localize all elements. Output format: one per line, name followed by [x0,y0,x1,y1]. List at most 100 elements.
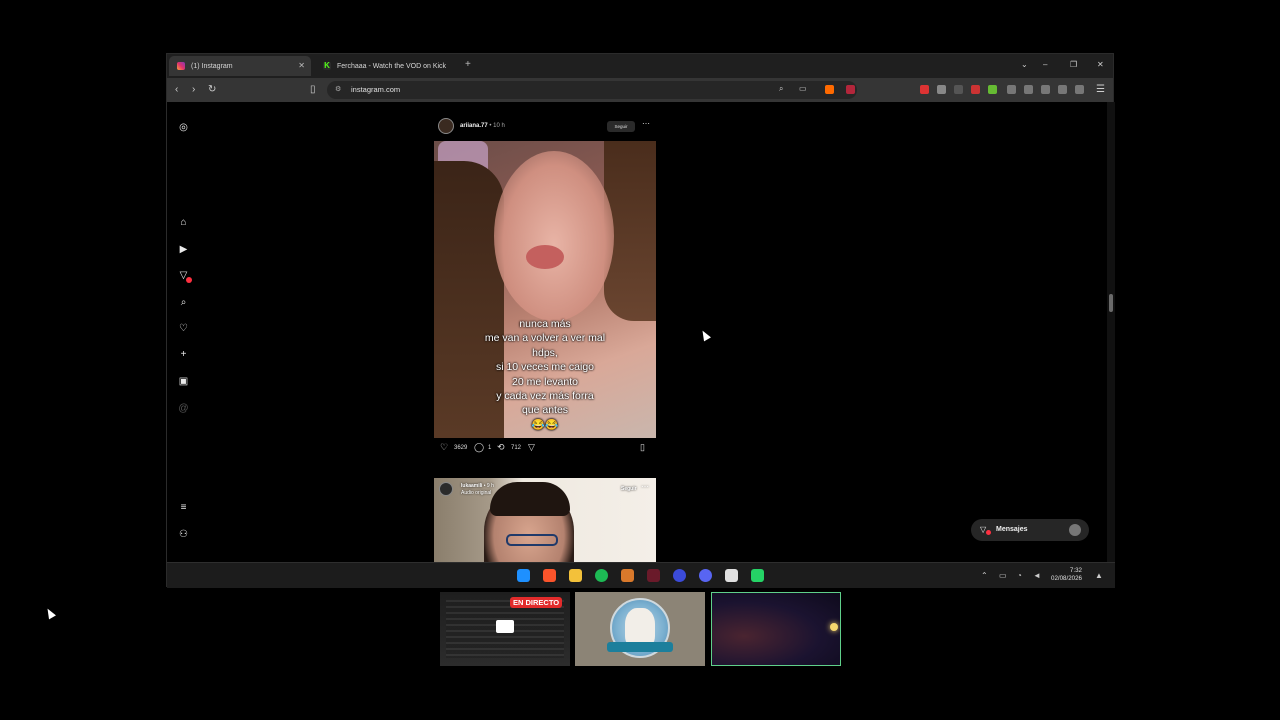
search-icon[interactable]: ⌕ [178,297,189,308]
browser-window: (1) Instagram ✕ K Ferchaaa - Watch the V… [166,53,1115,588]
audio-label[interactable]: Audio original [461,490,491,496]
clock-time: 7:32 [1069,567,1082,574]
create-icon[interactable]: + [178,349,189,360]
repost-count: 712 [511,445,522,451]
leo-icon[interactable] [1058,85,1067,94]
extension-icon[interactable] [954,85,963,94]
app-icon[interactable] [673,569,686,582]
address-bar[interactable]: ⚙ instagram.com ⌕ ▭ [327,81,857,99]
bookmark-icon[interactable]: ▯ [310,84,316,95]
follow-button[interactable]: Seguir [607,121,635,132]
notification-dot [186,277,192,283]
app-icon[interactable] [621,569,634,582]
post-media[interactable]: lukaamili • 9 h Audio original Seguir ⋯ [434,478,656,562]
network-icon[interactable]: ▭ [999,571,1007,580]
notifications-icon[interactable]: ▲ [1095,571,1103,580]
follow-button[interactable]: Seguir [621,486,637,492]
extension-icon[interactable] [971,85,980,94]
brave-rewards-icon[interactable] [846,85,855,94]
close-tab-icon[interactable]: ✕ [298,61,305,70]
sidebar-icon[interactable] [1024,85,1033,94]
wallet-icon[interactable] [1041,85,1050,94]
brave-shields-icon[interactable] [825,85,834,94]
extensions-puzzle-icon[interactable] [1007,85,1016,94]
start-icon[interactable] [517,569,530,582]
notification-dot [986,530,991,535]
extension-icon[interactable] [937,85,946,94]
discord-icon[interactable] [699,569,712,582]
home-icon[interactable]: ⌂ [178,217,189,228]
messages-label: Mensajes [996,526,1028,533]
tab-list-chevron-icon[interactable]: ⌄ [1021,60,1028,69]
tab-label: (1) Instagram [191,62,233,70]
zoom-icon[interactable]: ⌕ [779,84,783,94]
kick-favicon-icon: K [323,61,331,70]
post-media[interactable]: nunca más me van a volver a ver mal hdps… [434,141,656,438]
tab-kick[interactable]: K Ferchaaa - Watch the VOD on Kick [315,56,457,76]
tray-chevron-icon[interactable]: ⌃ [981,571,988,580]
site-info-icon[interactable]: ⚙ [335,85,341,93]
heart-icon[interactable]: ♡ [178,323,189,334]
vpn-icon[interactable] [1075,85,1084,94]
post-header: ariiana.77 • 10 h Seguir ⋯ [434,115,656,137]
more-options-icon[interactable]: ⋯ [642,119,650,128]
back-icon[interactable]: ‹ [175,84,178,95]
reload-icon[interactable]: ↻ [208,84,216,95]
avatar [1069,524,1081,536]
mouse-cursor [44,606,56,620]
cast-icon[interactable]: ▭ [799,84,807,93]
minimize-icon[interactable]: – [1043,60,1047,69]
post-username[interactable]: ariiana.77 • 10 h [460,123,505,129]
clock-date: 02/08/2026 [1051,575,1082,582]
tab-instagram[interactable]: (1) Instagram ✕ [169,56,311,76]
tab-label: Ferchaaa - Watch the VOD on Kick [337,62,447,70]
instagram-favicon-icon [177,62,185,70]
avatar[interactable] [439,482,453,496]
address-toolbar: ‹ › ↻ ▯ ⚙ instagram.com ⌕ ▭ ☰ [167,78,1113,102]
scrollbar[interactable] [1107,102,1115,562]
new-tab-icon[interactable]: + [465,59,471,70]
screen-share-thumbnail[interactable]: EN DIRECTO [440,592,570,666]
forward-icon[interactable]: › [192,84,195,95]
taskbar: ⌃ ▭ ◔ ◄ 7:32 02/08/2026 ▲ [167,562,1115,588]
channel-avatar-thumbnail[interactable] [575,592,705,666]
threads-icon[interactable]: @ [178,403,189,414]
reels-icon[interactable]: ▶ [178,244,189,255]
wifi-icon[interactable]: ◔ [1017,571,1022,580]
app-icon[interactable] [725,569,738,582]
extension-icon[interactable] [988,85,997,94]
url-text: instagram.com [351,85,401,94]
app-icon[interactable] [647,569,660,582]
comment-icon[interactable]: ◯ [474,442,484,453]
repost-icon[interactable]: ⟲ [497,442,505,453]
whatsapp-icon[interactable] [751,569,764,582]
spotify-icon[interactable] [595,569,608,582]
username-text[interactable]: ariiana.77 [460,123,488,129]
like-icon[interactable]: ♡ [440,442,448,453]
instagram-logo-icon[interactable]: ◎ [178,122,189,133]
username-text[interactable]: lukaamili [461,483,482,489]
volume-icon[interactable]: ◄ [1033,571,1041,580]
close-window-icon[interactable]: ✕ [1097,60,1104,69]
menu-icon[interactable]: ☰ [1096,84,1105,95]
messages-button[interactable]: ▽ Mensajes [971,519,1089,541]
webcam-thumbnail[interactable] [711,592,841,666]
tab-strip: (1) Instagram ✕ K Ferchaaa - Watch the V… [167,54,1113,78]
avatar[interactable] [438,118,454,134]
brave-browser-icon[interactable] [543,569,556,582]
file-explorer-icon[interactable] [569,569,582,582]
more-menu-icon[interactable]: ≡ [178,502,189,513]
post-username[interactable]: lukaamili • 9 h [461,483,494,489]
lamp-light [830,623,838,631]
extension-icon[interactable] [920,85,929,94]
save-icon[interactable]: ▯ [640,442,645,453]
scroll-thumb[interactable] [1109,294,1113,312]
lips-shape [526,245,564,269]
meta-apps-icon[interactable]: ⚇ [178,529,189,540]
instagram-page: ◎ ⌂ ▶ ▽ ⌕ ♡ + ▣ @ ≡ ⚇ ariiana.77 • 10 h … [167,102,1107,562]
clock[interactable]: 7:32 02/08/2026 [1051,567,1082,583]
more-options-icon[interactable]: ⋯ [641,482,649,491]
share-icon[interactable]: ▽ [528,442,535,453]
dashboard-icon[interactable]: ▣ [178,376,189,387]
restore-icon[interactable]: ❐ [1070,60,1077,69]
